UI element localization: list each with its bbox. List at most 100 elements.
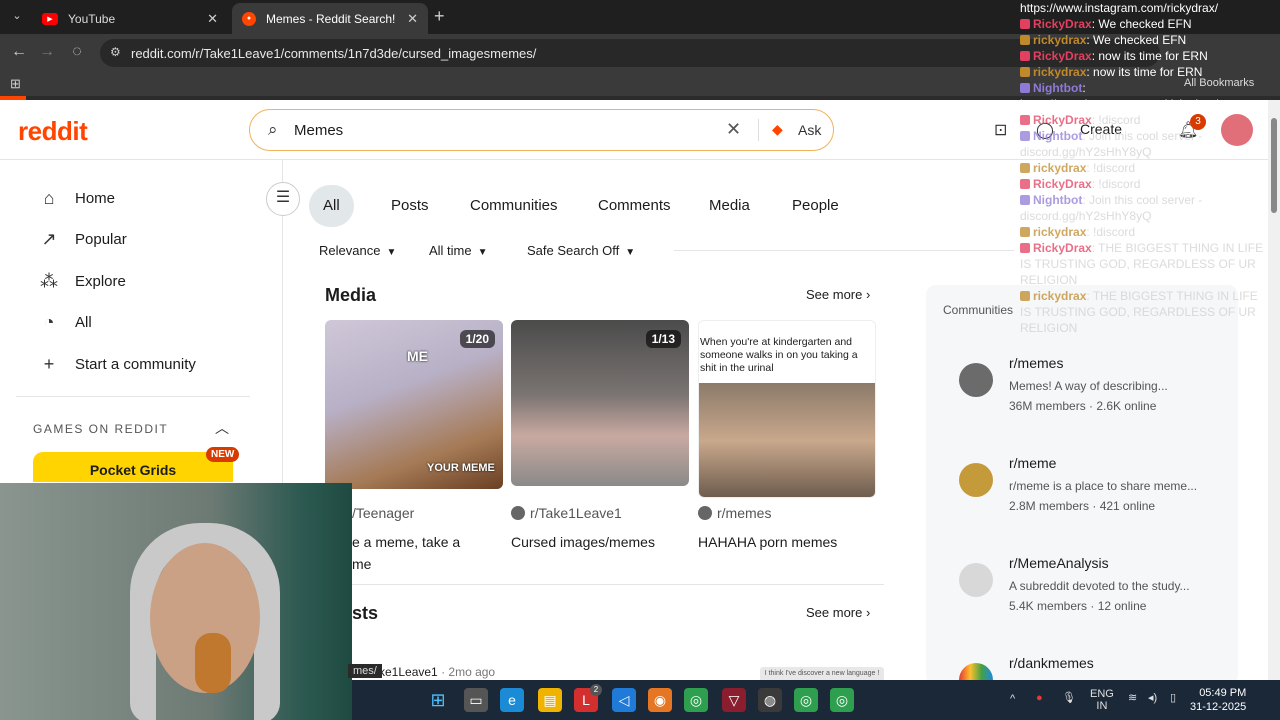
app-icon[interactable]: ▽: [722, 688, 746, 712]
tab-comments[interactable]: Comments: [584, 185, 685, 227]
chrome-icon[interactable]: ◎: [830, 688, 854, 712]
community-online: · 12 online: [1090, 599, 1147, 613]
chat-message: rickydrax: now its time for ERN: [1020, 64, 1270, 80]
chrome-icon[interactable]: ◎: [684, 688, 708, 712]
firefox-icon[interactable]: ◉: [648, 688, 672, 712]
volume-icon[interactable]: ◂): [1148, 692, 1157, 704]
apps-icon[interactable]: ⊞: [10, 76, 21, 92]
chrome-icon[interactable]: ◎: [794, 688, 818, 712]
chat-message: https://www.instagram.com/rickydrax/: [1020, 96, 1270, 112]
card-subreddit[interactable]: r/Take1Leave1: [511, 505, 622, 521]
chat-username: Nightbot: [1033, 193, 1083, 207]
home-icon: ⌂: [43, 187, 55, 208]
vscode-icon[interactable]: ◁: [612, 688, 636, 712]
post-thumbnail[interactable]: I think I've discover a new language !: [760, 667, 884, 680]
system-clock[interactable]: 05:49 PM 31-12-2025: [1190, 686, 1246, 714]
card-subreddit[interactable]: r/memes: [698, 505, 771, 521]
obs-icon[interactable]: ◍: [758, 688, 782, 712]
safe-search-dropdown[interactable]: Safe Search Off ▼: [527, 243, 635, 258]
search-input[interactable]: Memes: [294, 122, 343, 139]
wifi-icon[interactable]: ≋: [1128, 692, 1137, 704]
tab-all[interactable]: All: [309, 185, 354, 227]
recording-icon[interactable]: ●: [1036, 692, 1043, 704]
windows-start-icon[interactable]: ⊞: [426, 688, 450, 712]
site-info-icon[interactable]: ⚙: [110, 45, 121, 59]
sidebar-item-explore[interactable]: ⁂ Explore: [38, 269, 126, 293]
language-indicator[interactable]: ENG IN: [1090, 688, 1114, 712]
date: 31-12-2025: [1190, 701, 1247, 713]
chat-text: https://www.instagram.com/rickydrax/: [1020, 97, 1219, 111]
card-title[interactable]: e a meme, take a me: [352, 531, 492, 575]
advertise-icon[interactable]: ⊡: [994, 120, 1007, 140]
chat-message: RickyDrax: now its time for ERN: [1020, 48, 1270, 64]
media-card-image[interactable]: 1/13: [511, 320, 689, 486]
media-card-image[interactable]: ME YOUR MEME 1/20: [325, 320, 503, 489]
microphone-icon[interactable]: 🎙︎: [1062, 692, 1076, 704]
address-bar[interactable]: ⚙ reddit.com/r/Take1Leave1/comments/1n7d…: [100, 39, 1160, 67]
chevron-down-icon: ▼: [625, 247, 636, 258]
tab-search-icon[interactable]: ⌄: [8, 9, 26, 25]
card-title[interactable]: Cursed images/memes: [511, 531, 689, 553]
sidebar-item-label: Popular: [75, 230, 127, 248]
card-subreddit[interactable]: /Teenager: [352, 505, 414, 521]
chat-message: Nightbot:: [1020, 80, 1270, 96]
chat-message: RickyDrax: We checked EFN: [1020, 16, 1270, 32]
reddit-icon: ●: [242, 11, 256, 26]
sidebar-item-label: Home: [75, 189, 116, 207]
post-author[interactable]: ke1Leave1 · 2mo ago: [379, 665, 495, 679]
tab-reddit-search[interactable]: ● Memes - Reddit Search! ✕: [232, 3, 428, 34]
media-see-more-button[interactable]: See more ›: [806, 287, 870, 302]
reddit-logo[interactable]: reddit: [18, 116, 88, 147]
tab-people[interactable]: People: [778, 185, 853, 227]
sidebar-item-all[interactable]: ◔ All: [38, 310, 92, 334]
platform-icon: [1020, 227, 1030, 237]
forward-icon[interactable]: →: [36, 43, 58, 61]
chevron-up-icon[interactable]: ^: [1010, 693, 1015, 705]
battery-icon[interactable]: ▯: [1170, 692, 1176, 704]
sidebar-item-popular[interactable]: ↗ Popular: [38, 227, 127, 251]
microphone-icon: [195, 633, 231, 693]
chevron-up-icon[interactable]: ︿: [215, 418, 229, 438]
sidebar-item-start-community[interactable]: + Start a community: [38, 352, 196, 376]
clear-search-icon[interactable]: ✕: [726, 119, 741, 140]
tab-communities[interactable]: Communities: [456, 185, 572, 227]
file-explorer-icon[interactable]: ▤: [538, 688, 562, 712]
scrollbar-thumb[interactable]: [1271, 118, 1277, 213]
edge-icon[interactable]: e: [500, 688, 524, 712]
search-bar[interactable]: ⌕ Memes ✕ ◆ Ask: [249, 109, 834, 151]
tab-youtube[interactable]: ▶ YouTube ✕: [32, 3, 228, 34]
relevance-dropdown[interactable]: Relevance ▼: [319, 243, 396, 258]
section-divider: [352, 584, 884, 585]
sidebar-item-home[interactable]: ⌂ Home: [38, 186, 115, 210]
card-title[interactable]: HAHAHA porn memes: [698, 531, 876, 553]
community-name: r/meme: [1009, 455, 1057, 471]
popular-icon: ↗: [41, 228, 57, 249]
loading-icon[interactable]: ◌: [66, 43, 88, 61]
plus-icon: +: [43, 353, 55, 374]
chat-text: : !discord: [1091, 177, 1141, 191]
search-divider: [758, 119, 759, 141]
chat-message: RickyDrax: THE BIGGEST THING IN LIFE IS …: [1020, 240, 1270, 288]
media-card-image[interactable]: When you're at kindergarten and someone …: [698, 320, 876, 498]
region-label: IN: [1096, 700, 1108, 712]
new-tab-button[interactable]: +: [434, 6, 445, 27]
tab-posts[interactable]: Posts: [377, 185, 443, 227]
close-icon[interactable]: ✕: [207, 11, 218, 27]
games-header: GAMES ON REDDIT: [33, 422, 169, 436]
windows-taskbar: ⊞ ▭ e ▤ L ◁ ◉ ◎ ▽ ◍ ◎ ◎ 2 ^ ● 🎙︎ ENG IN ≋…: [352, 680, 1280, 720]
platform-icon: [1020, 291, 1030, 301]
tab-media[interactable]: Media: [695, 185, 764, 227]
back-icon[interactable]: ←: [8, 43, 30, 61]
platform-icon: [1020, 51, 1030, 61]
close-icon[interactable]: ✕: [407, 11, 418, 27]
pocket-grids-game[interactable]: Pocket Grids: [33, 452, 233, 482]
menu-icon[interactable]: ☰: [266, 182, 300, 216]
chat-text: : now its time for ERN: [1091, 49, 1208, 63]
time-dropdown[interactable]: All time ▼: [429, 243, 488, 258]
ask-button[interactable]: Ask: [798, 122, 821, 138]
platform-icon: [1020, 115, 1030, 125]
chat-text: :: [1082, 81, 1086, 95]
posts-see-more-button[interactable]: See more ›: [806, 605, 870, 620]
task-view-icon[interactable]: ▭: [464, 688, 488, 712]
chat-text: https://www.instagram.com/rickydrax/: [1020, 1, 1219, 15]
